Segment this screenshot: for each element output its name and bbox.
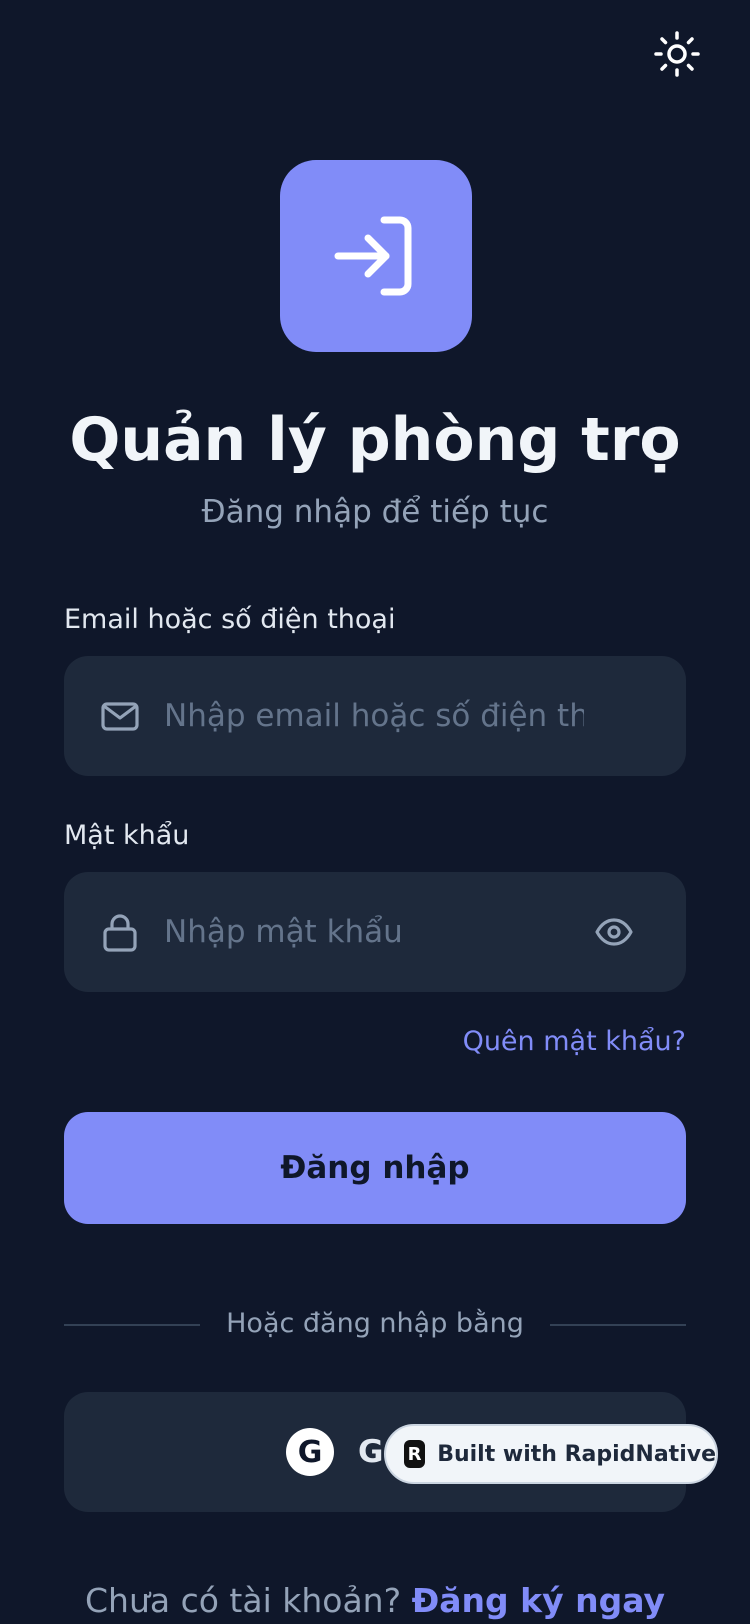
email-field xyxy=(64,656,686,776)
signup-row: Chưa có tài khoản? Đăng ký ngay xyxy=(0,1578,750,1624)
page-title: Quản lý phòng trọ xyxy=(69,405,681,475)
password-field xyxy=(64,872,686,992)
toggle-password-visibility-button[interactable] xyxy=(590,908,638,956)
divider-text: Hoặc đăng nhập bằng xyxy=(226,1308,524,1339)
password-label: Mật khẩu xyxy=(64,820,190,851)
signup-prompt: Chưa có tài khoản? xyxy=(85,1581,412,1620)
email-input[interactable] xyxy=(164,686,584,746)
google-icon: G xyxy=(286,1428,334,1476)
login-screen: Quản lý phòng trọ Đăng nhập để tiếp tục … xyxy=(0,0,750,1624)
app-logo xyxy=(280,160,472,352)
built-with-label: Built with RapidNative xyxy=(437,1441,716,1467)
theme-toggle-button[interactable] xyxy=(651,28,703,80)
login-button[interactable]: Đăng nhập xyxy=(64,1112,686,1224)
mail-icon xyxy=(101,702,139,731)
rapidnative-logo-icon: R xyxy=(404,1440,426,1468)
password-input[interactable] xyxy=(164,902,544,962)
signup-link[interactable]: Đăng ký ngay xyxy=(412,1581,665,1620)
page-subtitle: Đăng nhập để tiếp tục xyxy=(201,494,549,530)
google-login-label: G xyxy=(358,1434,384,1470)
forgot-password-link[interactable]: Quên mật khẩu? xyxy=(463,1022,686,1062)
lock-icon xyxy=(103,914,137,952)
built-with-badge[interactable]: R Built with RapidNative xyxy=(384,1424,718,1484)
login-arrow-icon xyxy=(334,216,412,296)
sun-icon xyxy=(654,31,700,77)
email-label: Email hoặc số điện thoại xyxy=(64,604,396,635)
eye-icon xyxy=(595,918,633,946)
